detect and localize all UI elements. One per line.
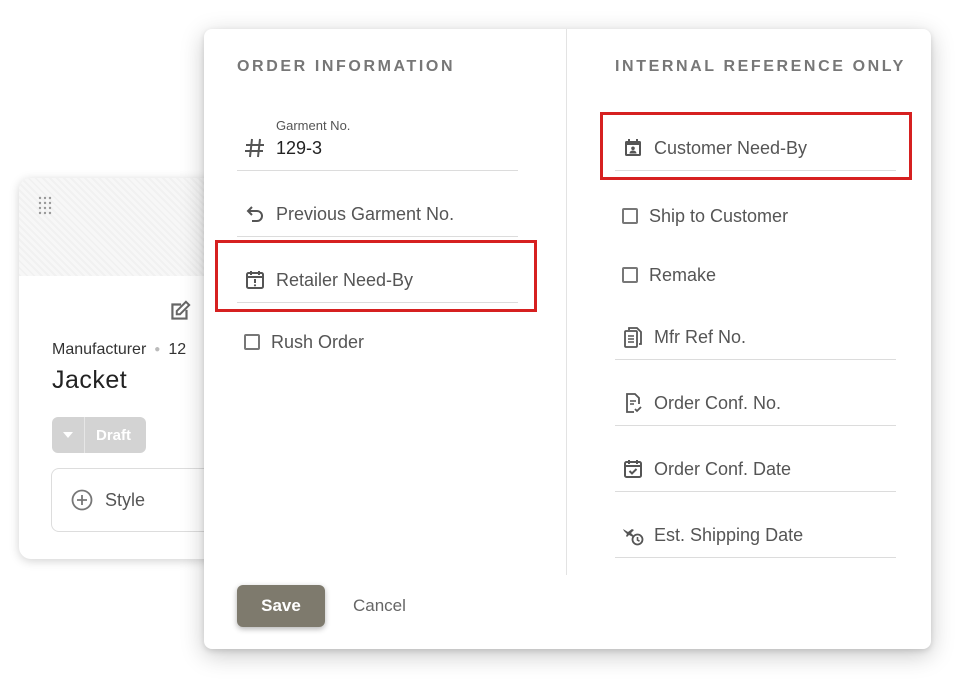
rush-order-label: Rush Order (271, 331, 365, 352)
hash-icon (243, 136, 267, 160)
caret-down-icon (52, 417, 85, 453)
order-conf-no-field[interactable]: Order Conf. No. (615, 381, 896, 426)
save-button[interactable]: Save (237, 585, 325, 627)
mfr-ref-no-label: Mfr Ref No. (654, 327, 747, 347)
remake-label: Remake (649, 264, 717, 285)
plane-clock-icon (621, 523, 645, 547)
garment-no-field[interactable]: Garment No. 129-3 (237, 118, 518, 171)
checkbox-box (622, 267, 638, 283)
add-circle-icon (71, 489, 93, 511)
garment-no-label: Garment No. (276, 118, 351, 133)
customer-need-by-highlight (600, 112, 912, 180)
garment-no-value: 129-3 (276, 138, 323, 158)
checkbox-box (244, 334, 260, 350)
status-label: Draft (96, 426, 132, 444)
est-shipping-date-label: Est. Shipping Date (654, 525, 804, 545)
style-label: Style (105, 489, 146, 510)
internal-reference-heading: INTERNAL REFERENCE ONLY (615, 58, 906, 75)
drag-handle-icon[interactable] (38, 196, 54, 216)
column-divider (566, 29, 567, 575)
status-dropdown[interactable]: Draft (52, 417, 146, 453)
previous-garment-no-field[interactable]: Previous Garment No. (237, 192, 518, 237)
garment-title: Jacket (52, 366, 128, 394)
ship-to-customer-checkbox[interactable]: Ship to Customer (622, 203, 788, 229)
order-info-dialog: ORDER INFORMATION Garment No. 129-3 Prev… (204, 29, 931, 649)
order-information-heading: ORDER INFORMATION (237, 58, 456, 75)
cancel-button[interactable]: Cancel (353, 596, 406, 616)
remake-checkbox[interactable]: Remake (622, 262, 716, 288)
order-conf-date-field[interactable]: Order Conf. Date (615, 447, 896, 492)
document-list-icon (621, 325, 645, 349)
manufacturer-line: Manufacturer ● 12 (52, 341, 187, 358)
undo-icon (243, 202, 267, 226)
mfr-ref-no-field[interactable]: Mfr Ref No. (615, 315, 896, 360)
document-check-icon (621, 391, 645, 415)
est-shipping-date-field[interactable]: Est. Shipping Date (615, 513, 896, 558)
order-conf-date-label: Order Conf. Date (654, 459, 792, 479)
edit-icon[interactable] (167, 298, 193, 324)
manufacturer-label: Manufacturer (52, 341, 147, 358)
ship-to-customer-label: Ship to Customer (649, 205, 789, 226)
order-conf-no-label: Order Conf. No. (654, 393, 782, 413)
retailer-need-by-highlight (215, 240, 537, 312)
rush-order-checkbox[interactable]: Rush Order (244, 329, 364, 355)
manufacturer-value: 12 (168, 341, 187, 358)
previous-garment-no-label: Previous Garment No. (276, 204, 455, 224)
calendar-check-icon (621, 457, 645, 481)
checkbox-box (622, 208, 638, 224)
